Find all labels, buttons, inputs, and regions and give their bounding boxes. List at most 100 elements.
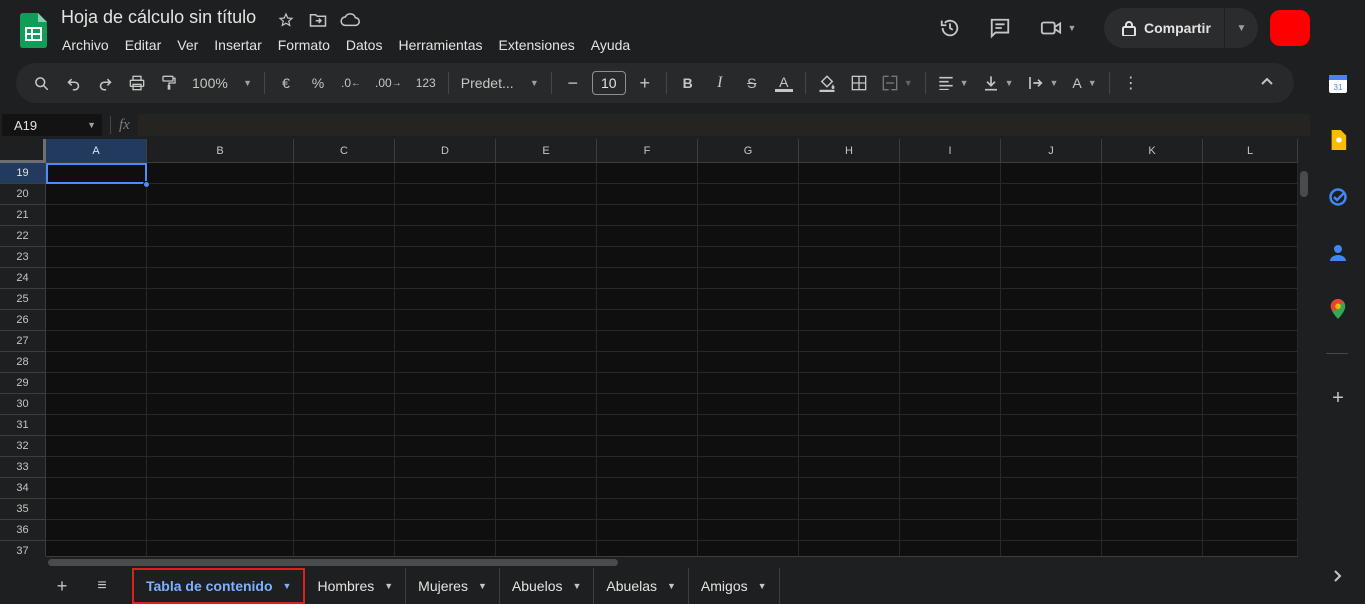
menu-ayuda[interactable]: Ayuda xyxy=(583,35,638,55)
menu-editar[interactable]: Editar xyxy=(117,35,170,55)
name-box-dropdown-icon[interactable]: ▼ xyxy=(87,120,96,130)
keep-icon[interactable] xyxy=(1328,130,1348,150)
chevron-down-icon[interactable]: ▼ xyxy=(283,581,292,591)
row-header-27[interactable]: 27 xyxy=(0,331,46,352)
text-wrapping-icon[interactable]: ▼ xyxy=(1024,69,1063,97)
column-header-e[interactable]: E xyxy=(496,139,597,163)
share-dropdown-icon[interactable]: ▼ xyxy=(1225,23,1258,34)
column-header-d[interactable]: D xyxy=(395,139,496,163)
print-icon[interactable] xyxy=(124,69,150,97)
document-title[interactable]: Hoja de cálculo sin título xyxy=(61,7,256,28)
row-header-29[interactable]: 29 xyxy=(0,373,46,394)
collapse-toolbar-icon[interactable] xyxy=(1260,73,1274,89)
row-header-37[interactable]: 37 xyxy=(0,541,46,556)
increase-decimals-button[interactable]: .00 → xyxy=(371,69,406,97)
row-header-24[interactable]: 24 xyxy=(0,268,46,289)
menu-datos[interactable]: Datos xyxy=(338,35,391,55)
sheet-tab-tabla-de-contenido[interactable]: Tabla de contenido ▼ xyxy=(132,568,306,604)
selected-cell[interactable] xyxy=(46,163,147,184)
redo-icon[interactable] xyxy=(92,69,118,97)
row-header-19[interactable]: 19 xyxy=(0,163,46,184)
merge-cells-icon[interactable]: ▼ xyxy=(878,69,917,97)
meet-dropdown-icon[interactable]: ▼ xyxy=(1068,23,1077,33)
undo-icon[interactable] xyxy=(60,69,86,97)
text-rotation-icon[interactable]: A ▼ xyxy=(1068,69,1100,97)
meet-video-icon[interactable]: ▼ xyxy=(1030,8,1086,48)
chevron-down-icon[interactable]: ▼ xyxy=(758,581,767,591)
row-header-30[interactable]: 30 xyxy=(0,394,46,415)
row-header-20[interactable]: 20 xyxy=(0,184,46,205)
menu-ver[interactable]: Ver xyxy=(169,35,206,55)
strikethrough-icon[interactable]: S xyxy=(739,69,765,97)
column-header-k[interactable]: K xyxy=(1102,139,1203,163)
name-box[interactable]: A19 ▼ xyxy=(2,114,102,136)
increase-font-size-button[interactable]: + xyxy=(632,69,658,97)
add-addon-icon[interactable]: + xyxy=(1328,387,1348,409)
row-header-34[interactable]: 34 xyxy=(0,478,46,499)
menu-archivo[interactable]: Archivo xyxy=(54,35,117,55)
formula-input[interactable] xyxy=(137,114,1310,136)
sheet-tab-abuelos[interactable]: Abuelos ▼ xyxy=(500,568,595,604)
sheet-tab-mujeres[interactable]: Mujeres ▼ xyxy=(406,568,500,604)
decrease-decimals-button[interactable]: .0 ← xyxy=(337,69,365,97)
sheet-tab-amigos[interactable]: Amigos ▼ xyxy=(689,568,780,604)
horizontal-scroll-thumb[interactable] xyxy=(48,559,618,566)
row-header-36[interactable]: 36 xyxy=(0,520,46,541)
cell-grid[interactable]: A B C D E F G H I J K L 19 20 21 22 23 24 25 26 27 28 29 30 31 32… xyxy=(0,139,1298,556)
comments-icon[interactable] xyxy=(980,8,1020,48)
vertical-scrollbar[interactable] xyxy=(1298,139,1310,556)
sheet-tab-hombres[interactable]: Hombres ▼ xyxy=(305,568,407,604)
chevron-down-icon[interactable]: ▼ xyxy=(384,581,393,591)
add-sheet-button[interactable]: + xyxy=(50,576,74,597)
column-header-c[interactable]: C xyxy=(294,139,395,163)
row-header-21[interactable]: 21 xyxy=(0,205,46,226)
horizontal-align-icon[interactable]: ▼ xyxy=(934,69,973,97)
chevron-down-icon[interactable]: ▼ xyxy=(478,581,487,591)
row-header-33[interactable]: 33 xyxy=(0,457,46,478)
more-options-icon[interactable]: ⋮ xyxy=(1118,69,1144,97)
share-main[interactable]: Compartir xyxy=(1104,20,1224,36)
currency-format-button[interactable]: € xyxy=(273,69,299,97)
column-header-j[interactable]: J xyxy=(1001,139,1102,163)
column-header-b[interactable]: B xyxy=(147,139,294,163)
star-icon[interactable] xyxy=(275,10,297,30)
row-header-25[interactable]: 25 xyxy=(0,289,46,310)
expand-panel-icon[interactable] xyxy=(1328,566,1348,586)
menu-formato[interactable]: Formato xyxy=(270,35,338,55)
italic-button[interactable]: I xyxy=(707,69,733,97)
row-header-28[interactable]: 28 xyxy=(0,352,46,373)
zoom-select[interactable]: 100% ▼ xyxy=(188,69,256,97)
column-header-g[interactable]: G xyxy=(698,139,799,163)
column-header-l[interactable]: L xyxy=(1203,139,1298,163)
font-size-input[interactable]: 10 xyxy=(591,71,626,95)
percent-format-button[interactable]: % xyxy=(305,69,331,97)
version-history-icon[interactable] xyxy=(930,8,970,48)
avatar[interactable] xyxy=(1270,10,1310,46)
column-header-f[interactable]: F xyxy=(597,139,698,163)
menu-insertar[interactable]: Insertar xyxy=(206,35,269,55)
select-all-corner[interactable] xyxy=(0,139,46,163)
decrease-font-size-button[interactable]: − xyxy=(560,69,586,97)
move-folder-icon[interactable] xyxy=(307,10,329,30)
horizontal-scrollbar[interactable] xyxy=(46,556,1298,568)
share-button[interactable]: Compartir ▼ xyxy=(1104,8,1258,48)
tasks-icon[interactable] xyxy=(1328,187,1348,207)
vertical-scroll-thumb[interactable] xyxy=(1300,171,1308,197)
row-header-22[interactable]: 22 xyxy=(0,226,46,247)
bold-button[interactable]: B xyxy=(675,69,701,97)
sheets-logo-icon[interactable] xyxy=(20,13,47,48)
column-header-a[interactable]: A xyxy=(46,139,147,163)
calendar-icon[interactable]: 31 xyxy=(1328,74,1348,94)
menu-herramientas[interactable]: Herramientas xyxy=(390,35,490,55)
paint-format-icon[interactable] xyxy=(156,69,182,97)
row-header-23[interactable]: 23 xyxy=(0,247,46,268)
text-color-icon[interactable]: A xyxy=(771,69,797,97)
more-formats-button[interactable]: 123 xyxy=(412,69,440,97)
fill-color-icon[interactable] xyxy=(814,69,840,97)
vertical-align-icon[interactable]: ▼ xyxy=(979,69,1018,97)
row-header-32[interactable]: 32 xyxy=(0,436,46,457)
contacts-icon[interactable] xyxy=(1328,243,1348,263)
borders-icon[interactable] xyxy=(846,69,872,97)
cloud-saved-icon[interactable] xyxy=(339,10,361,30)
chevron-down-icon[interactable]: ▼ xyxy=(667,581,676,591)
